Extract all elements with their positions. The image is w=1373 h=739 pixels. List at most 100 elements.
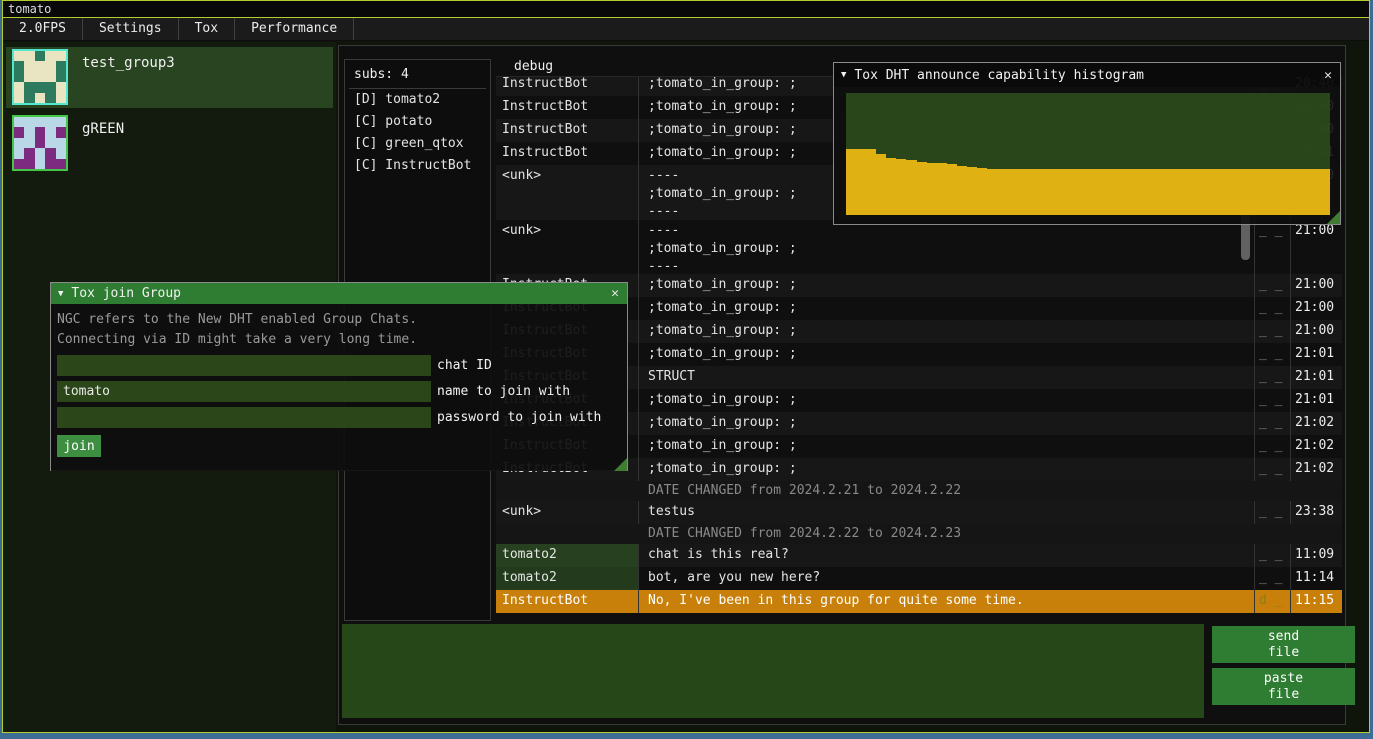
histogram-bar [886,158,896,215]
chat-message-row[interactable]: tomato2bot, are you new here?_ _11:14 [496,567,1342,590]
date-divider-row: DATE CHANGED from 2024.2.21 to 2024.2.22 [496,481,1342,501]
message-status: _ _ [1254,389,1290,412]
chat-message-row[interactable]: <unk>testus_ _23:38 [496,501,1342,524]
menu-item-performance[interactable]: Performance [235,18,354,40]
group-item-test_group3[interactable]: test_group3 [6,47,333,108]
sender-name: tomato2 [496,567,638,590]
resize-grip-icon[interactable] [614,458,627,471]
histogram-bar [1058,169,1068,215]
histogram-bar [1048,169,1058,215]
window-titlebar[interactable]: tomato [3,1,1369,18]
message-time: 21:00 [1290,297,1342,320]
sender-name: InstructBot [496,119,638,142]
histogram-bar [967,167,977,215]
histogram-bar [927,163,937,215]
join-fields: chat ID name to join with password to join… [57,355,627,428]
message-text: STRUCT [638,366,1254,389]
message-text: ;tomato_in_group: ; [638,389,1254,412]
message-text: ---- ;tomato_in_group: ; ---- [638,220,1254,274]
close-icon[interactable]: ✕ [1316,68,1340,83]
join-input-password[interactable] [57,407,431,428]
histogram-bar [866,149,876,215]
subs-member-list: [D] tomato2[C] potato[C] green_qtox[C] I… [345,89,490,177]
join-input-chat[interactable] [57,355,431,376]
histogram-bar [1088,169,1098,215]
desktop: tomato 2.0FPSSettingsToxPerformance test… [0,0,1373,739]
menu-item-tox[interactable]: Tox [179,18,235,40]
menu-item-2.0fps[interactable]: 2.0FPS [3,18,83,40]
histogram-bar [1017,169,1027,215]
histogram-bar [846,149,856,215]
join-field-row: chat ID [57,355,627,376]
chat-message-row[interactable]: tomato2chat is this real?_ _11:09 [496,544,1342,567]
histogram-bar [917,162,927,215]
sender-name: InstructBot [496,77,638,96]
message-input[interactable] [342,624,1204,718]
message-text: No, I've been in this group for quite so… [638,590,1254,613]
message-time: 21:02 [1290,458,1342,481]
dht-histogram-titlebar[interactable]: ▼ Tox DHT announce capability histogram … [834,63,1340,87]
join-button[interactable]: join [57,435,101,457]
histogram-bar [957,166,967,215]
histogram-bar [1118,169,1128,215]
join-field-row: password to join with [57,407,627,428]
collapse-icon[interactable]: ▼ [58,289,63,299]
subs-member[interactable]: [C] InstructBot [345,155,490,177]
chat-message-row[interactable]: <unk>---- ;tomato_in_group: ; ----_ _21:… [496,220,1342,274]
histogram-bar [1027,169,1037,215]
group-name: test_group3 [82,55,175,71]
histogram-bar [1138,169,1148,215]
message-text: ;tomato_in_group: ; [638,297,1254,320]
message-time: 11:14 [1290,567,1342,590]
sender-name: tomato2 [496,544,638,567]
message-text: ;tomato_in_group: ; [638,320,1254,343]
message-status: d _ [1254,590,1290,613]
histogram-bar [896,159,906,215]
histogram-bar [1007,169,1017,215]
histogram-bar [1098,169,1108,215]
histogram-bar [1239,169,1249,215]
message-time: 21:00 [1290,220,1342,274]
subs-member[interactable]: [C] green_qtox [345,133,490,155]
join-group-titlebar[interactable]: ▼ Tox join Group ✕ [51,283,627,304]
subs-member[interactable]: [C] potato [345,111,490,133]
join-help-line-1: NGC refers to the New DHT enabled Group … [57,310,627,330]
message-time: 21:01 [1290,343,1342,366]
histogram-bar [1269,169,1279,215]
join-input-name[interactable] [57,381,431,402]
sender-name: <unk> [496,165,638,220]
sender-name: <unk> [496,501,638,524]
histogram-bar [1068,169,1078,215]
histogram-bar [1219,169,1229,215]
histogram-bar [1209,169,1219,215]
sender-name: InstructBot [496,590,638,613]
message-status: _ _ [1254,544,1290,567]
menu-item-settings[interactable]: Settings [83,18,179,40]
group-item-gREEN[interactable]: gREEN [6,113,333,174]
message-text: ;tomato_in_group: ; [638,458,1254,481]
histogram-bar [937,163,947,215]
collapse-icon[interactable]: ▼ [841,70,846,80]
histogram-bar [1259,169,1269,215]
sender-name: InstructBot [496,96,638,119]
join-field-row: name to join with [57,381,627,402]
resize-grip-icon[interactable] [1327,211,1340,224]
paste-file-button[interactable]: paste file [1212,668,1355,705]
close-icon[interactable]: ✕ [603,286,627,301]
histogram-bar [947,164,957,215]
chat-message-row[interactable]: InstructBotNo, I've been in this group f… [496,590,1342,613]
histogram-bar [906,160,916,216]
message-time: 21:00 [1290,320,1342,343]
message-status: _ _ [1254,458,1290,481]
message-text: ;tomato_in_group: ; [638,343,1254,366]
subs-member[interactable]: [D] tomato2 [345,89,490,111]
dht-histogram-title: Tox DHT announce capability histogram [854,68,1144,83]
message-text: chat is this real? [638,544,1254,567]
message-time: 21:01 [1290,389,1342,412]
tab-debug[interactable]: debug [496,58,563,74]
message-status: _ _ [1254,343,1290,366]
join-field-label: chat ID [437,358,492,373]
histogram-bar [876,154,886,215]
menubar: 2.0FPSSettingsToxPerformance [3,18,1369,40]
send-file-button[interactable]: send file [1212,626,1355,663]
